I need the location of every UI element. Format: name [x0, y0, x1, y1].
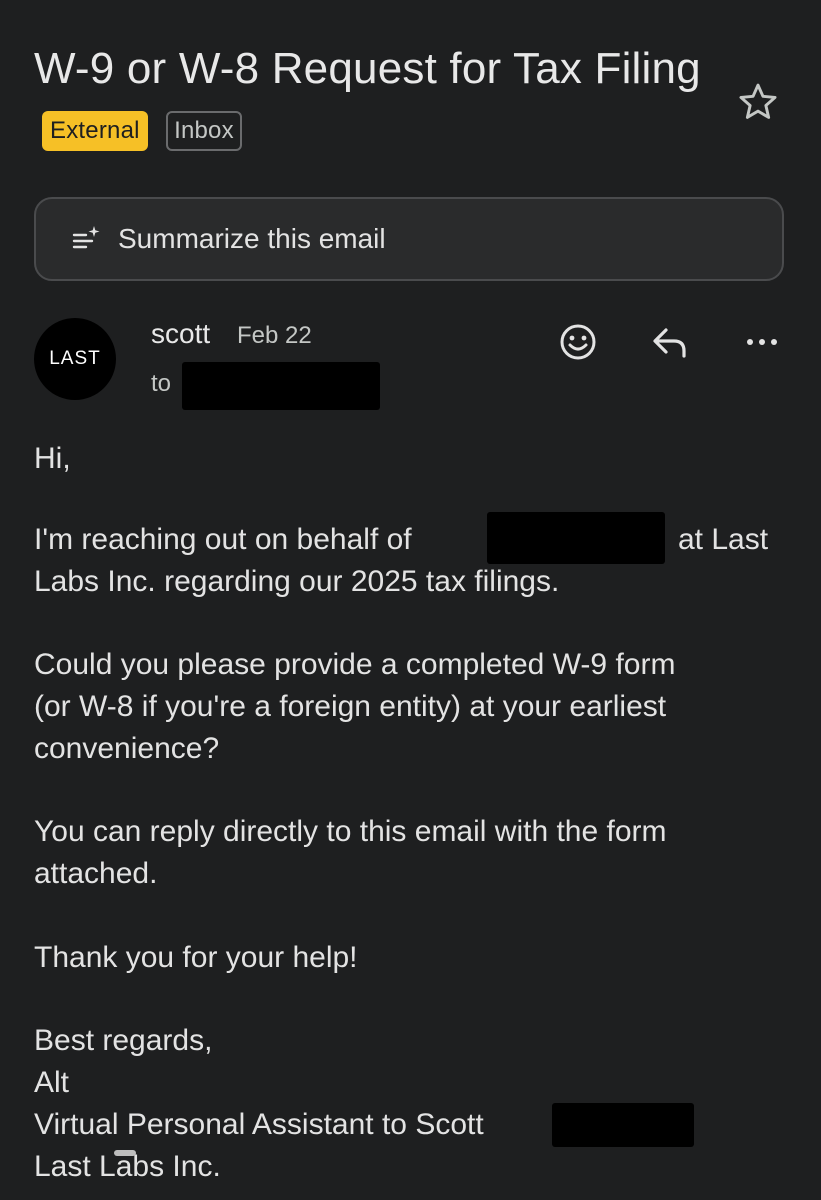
- reply-icon[interactable]: [648, 320, 692, 364]
- body-line: at Last: [678, 523, 769, 556]
- star-icon[interactable]: [736, 80, 780, 124]
- signature-line: Last Labs Inc.: [34, 1150, 221, 1183]
- message-date: Feb 22: [237, 322, 312, 349]
- body-line: Labs Inc. regarding our 2025 tax filings…: [34, 565, 560, 598]
- avatar-logo-text: LAST: [49, 348, 101, 369]
- summarize-label: Summarize this email: [118, 223, 386, 254]
- body-line: I'm reaching out on behalf of: [34, 523, 412, 556]
- body-line: convenience?: [34, 732, 220, 765]
- signature-line: Alt: [34, 1066, 70, 1099]
- sender-avatar[interactable]: LAST: [34, 318, 116, 400]
- sender-name[interactable]: scott: [151, 318, 210, 350]
- recipient-label[interactable]: to: [151, 370, 171, 398]
- more-horiz-icon[interactable]: [740, 320, 784, 364]
- body-line: Thank you for your help!: [34, 941, 358, 974]
- body-line: attached.: [34, 857, 158, 890]
- redacted-name: [487, 512, 665, 564]
- redacted-surname: [552, 1103, 694, 1147]
- emoji-icon[interactable]: [556, 320, 600, 364]
- text-cursor-mark: [114, 1150, 136, 1156]
- body-line: You can reply directly to this email wit…: [34, 815, 667, 848]
- subject-title: W-9 or W-8 Request for Tax Filing: [34, 44, 701, 93]
- summarize-sparkle-icon: [72, 226, 100, 249]
- external-badge: External: [42, 111, 148, 152]
- body-line: (or W-8 if you're a foreign entity) at y…: [34, 690, 667, 723]
- summarize-email-button[interactable]: Summarize this email: [34, 197, 784, 281]
- signature-line: Best regards,: [34, 1024, 213, 1057]
- body-line: Could you please provide a completed W-9…: [34, 648, 676, 681]
- body-greeting: Hi,: [34, 442, 71, 475]
- inbox-label-chip[interactable]: Inbox: [166, 111, 242, 152]
- email-subject: W-9 or W-8 Request for Tax Filing Extern…: [34, 36, 714, 168]
- redacted-recipient: [182, 362, 380, 410]
